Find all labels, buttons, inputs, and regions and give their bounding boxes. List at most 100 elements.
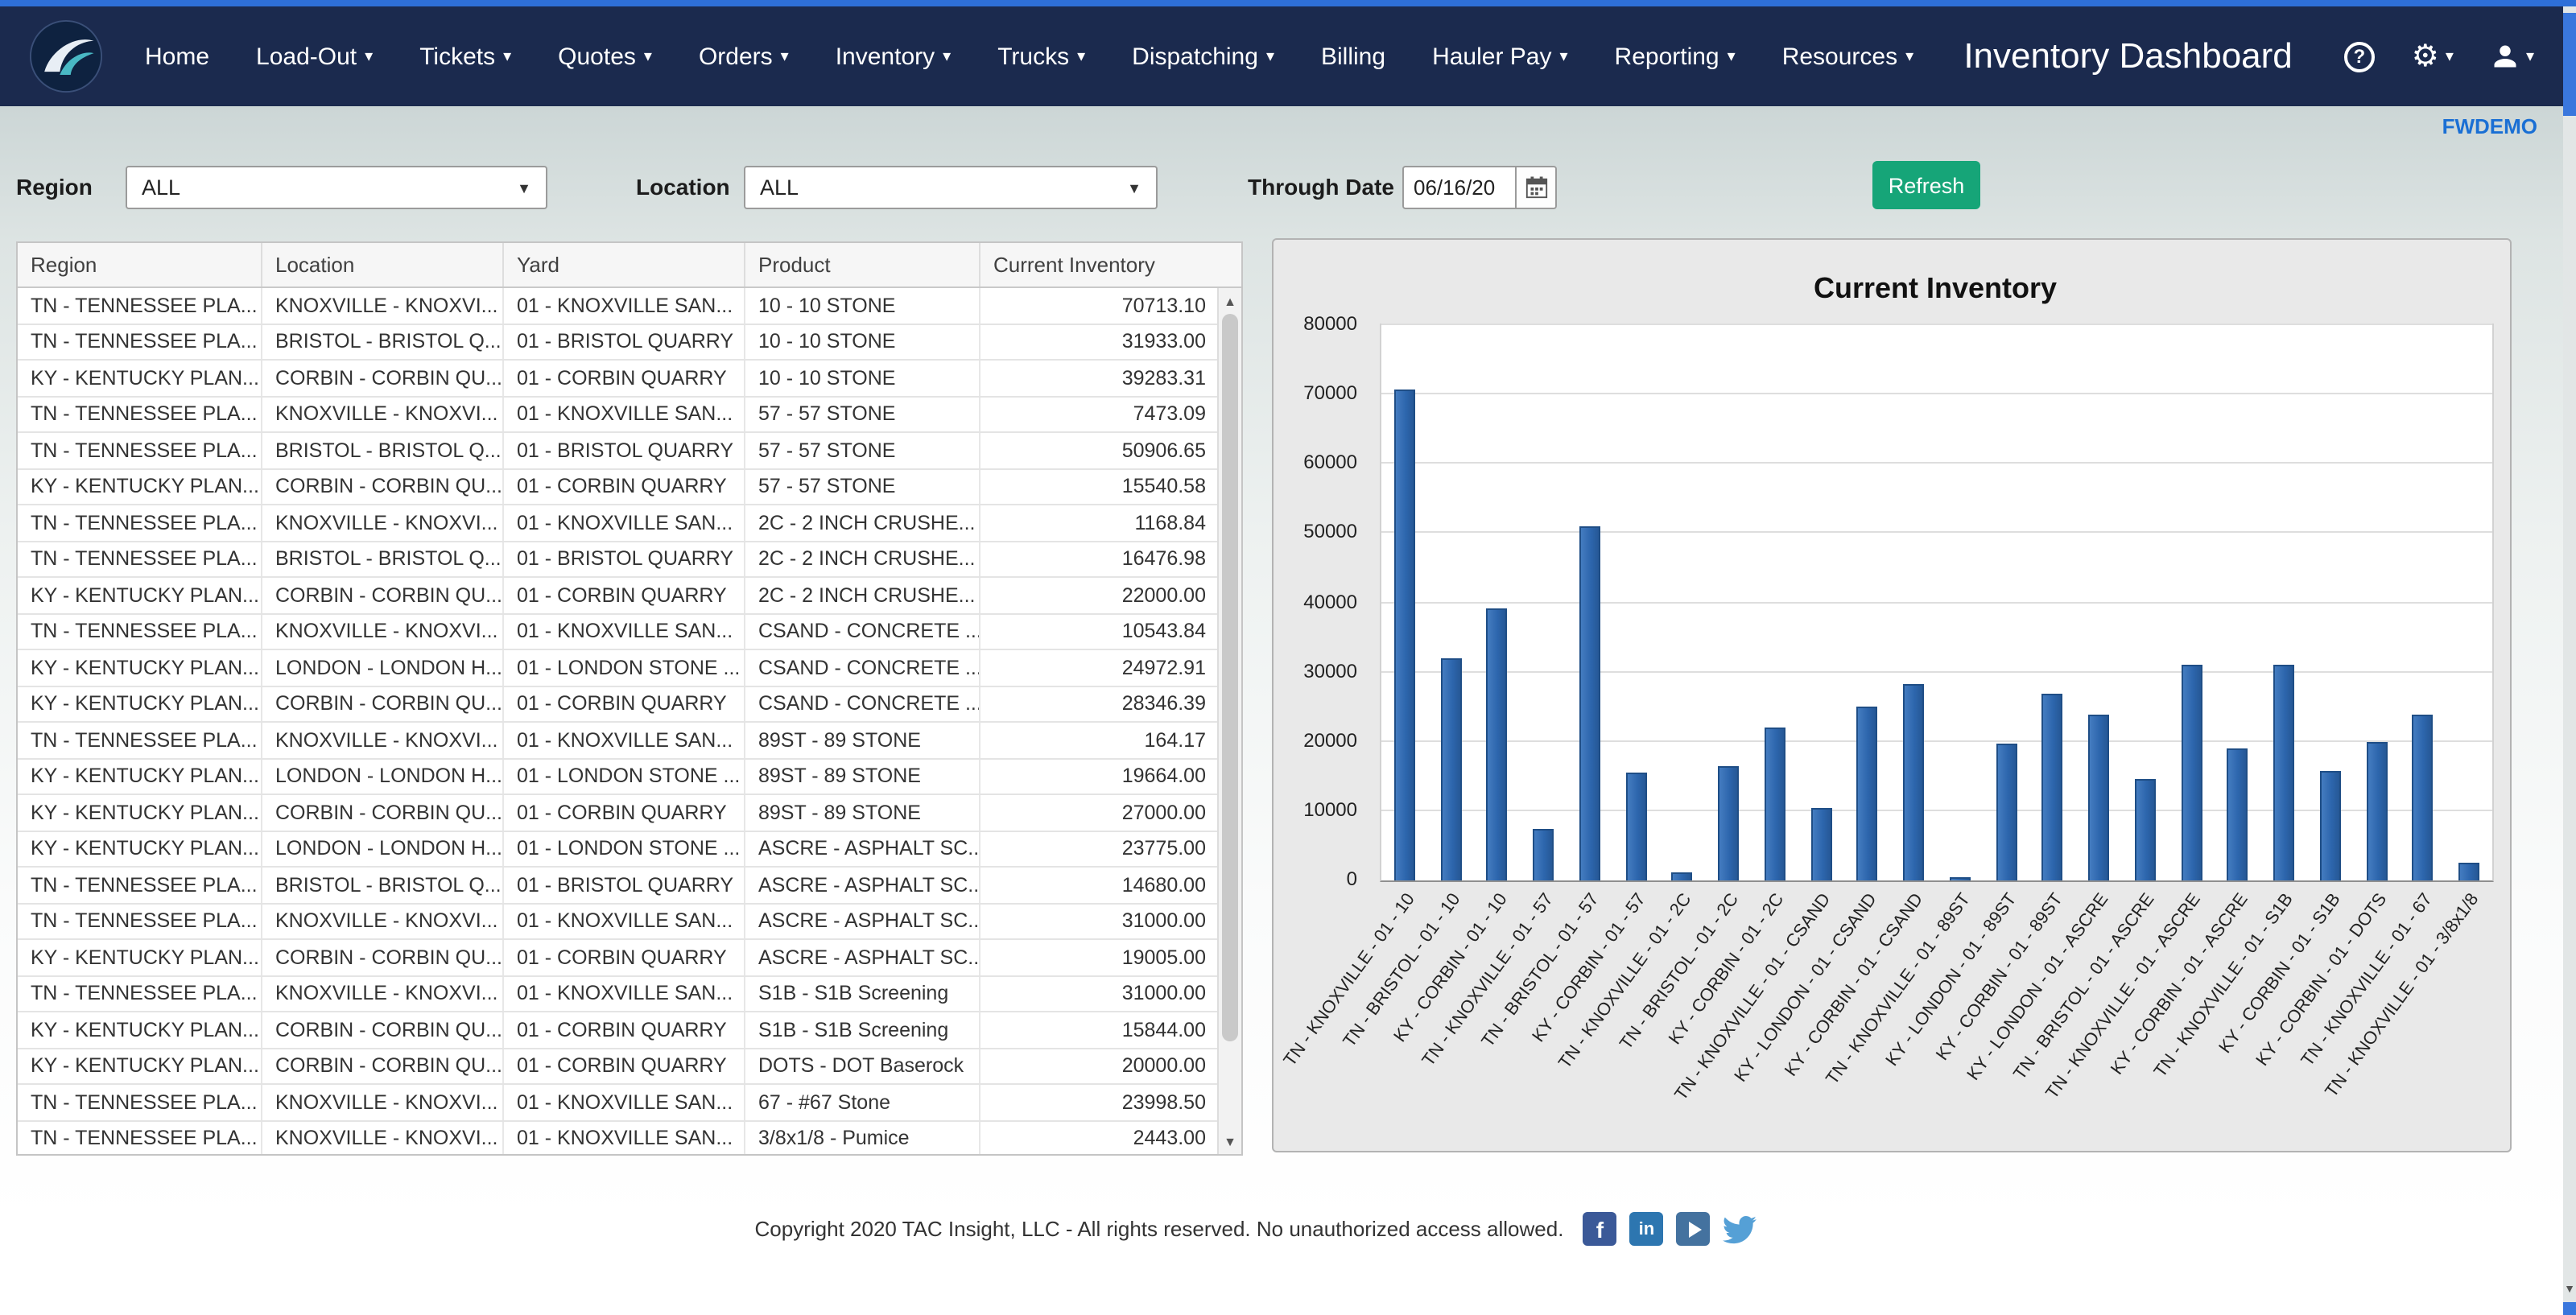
linkedin-icon[interactable]: in <box>1629 1212 1663 1246</box>
table-row[interactable]: KY - KENTUCKY PLAN...LONDON - LONDON H..… <box>18 831 1217 868</box>
table-cell: KY - KENTUCKY PLAN... <box>18 795 262 830</box>
nav-item-label: Inventory <box>836 43 935 70</box>
table-cell: KY - KENTUCKY PLAN... <box>18 1012 262 1047</box>
settings-menu-button[interactable]: ⚙ ▾ <box>2412 41 2454 72</box>
table-scrollbar[interactable]: ▲ ▼ <box>1217 288 1241 1154</box>
column-header-current-inventory[interactable]: Current Inventory <box>980 243 1241 286</box>
nav-item-tickets[interactable]: Tickets▾ <box>419 43 511 70</box>
table-cell: 89ST - 89 STONE <box>745 759 980 794</box>
column-header-region[interactable]: Region <box>18 243 262 286</box>
scroll-down-arrow-icon[interactable]: ▼ <box>1219 1130 1241 1152</box>
user-menu-button[interactable]: ▾ <box>2491 42 2534 71</box>
table-cell: BRISTOL - BRISTOL Q... <box>262 433 504 468</box>
page-scroll-down-arrow-icon[interactable]: ▼ <box>2563 1280 2576 1299</box>
table-cell: 2C - 2 INCH CRUSHE... <box>745 578 980 612</box>
help-button[interactable]: ? <box>2344 41 2375 72</box>
table-cell: 23998.50 <box>980 1085 1217 1119</box>
app-logo[interactable] <box>29 19 103 93</box>
table-cell: CORBIN - CORBIN QU... <box>262 1049 504 1083</box>
nav-item-label: Dispatching <box>1132 43 1258 70</box>
nav-menu: Home Load-Out▾ Tickets▾ Quotes▾ Orders▾ Inven… <box>145 43 1913 70</box>
chart-bar <box>1533 829 1554 880</box>
table-row[interactable]: TN - TENNESSEE PLA...KNOXVILLE - KNOXVI.… <box>18 723 1217 759</box>
table-row[interactable]: TN - TENNESSEE PLA...KNOXVILLE - KNOXVI.… <box>18 1121 1217 1154</box>
chart-title: Current Inventory <box>1380 272 2491 306</box>
table-row[interactable]: TN - TENNESSEE PLA...KNOXVILLE - KNOXVI.… <box>18 1085 1217 1121</box>
chart-bar <box>2088 715 2109 880</box>
nav-item-hauler-pay[interactable]: Hauler Pay▾ <box>1432 43 1567 70</box>
nav-item-inventory[interactable]: Inventory▾ <box>836 43 951 70</box>
region-select[interactable]: ALL ▼ <box>126 166 547 209</box>
page-scrollbar[interactable]: ▼ <box>2563 6 2576 1315</box>
through-date-input[interactable] <box>1402 166 1515 209</box>
table-row[interactable]: TN - TENNESSEE PLA...KNOXVILLE - KNOXVI.… <box>18 288 1217 324</box>
table-cell: BRISTOL - BRISTOL Q... <box>262 324 504 359</box>
nav-item-reporting[interactable]: Reporting▾ <box>1615 43 1736 70</box>
twitter-icon[interactable] <box>1723 1212 1757 1246</box>
location-select[interactable]: ALL ▼ <box>744 166 1158 209</box>
nav-item-trucks[interactable]: Trucks▾ <box>997 43 1085 70</box>
table-row[interactable]: TN - TENNESSEE PLA...KNOXVILLE - KNOXVI.… <box>18 397 1217 433</box>
table-row[interactable]: KY - KENTUCKY PLAN...LONDON - LONDON H..… <box>18 759 1217 795</box>
chart-bar <box>1579 527 1600 880</box>
table-cell: CSAND - CONCRETE ... <box>745 614 980 649</box>
table-row[interactable]: KY - KENTUCKY PLAN...LONDON - LONDON H..… <box>18 650 1217 686</box>
nav-item-resources[interactable]: Resources▾ <box>1782 43 1913 70</box>
table-row[interactable]: KY - KENTUCKY PLAN...CORBIN - CORBIN QU.… <box>18 940 1217 976</box>
nav-item-home[interactable]: Home <box>145 43 209 70</box>
gridline <box>1381 740 2492 742</box>
table-cell: BRISTOL - BRISTOL Q... <box>262 542 504 576</box>
chart-bar <box>1625 773 1646 880</box>
youtube-icon[interactable] <box>1676 1212 1710 1246</box>
table-cell: 01 - KNOXVILLE SAN... <box>504 397 745 431</box>
table-cell: S1B - S1B Screening <box>745 976 980 1011</box>
table-row[interactable]: TN - TENNESSEE PLA...KNOXVILLE - KNOXVI.… <box>18 904 1217 940</box>
table-row[interactable]: KY - KENTUCKY PLAN...CORBIN - CORBIN QU.… <box>18 361 1217 397</box>
filter-bar: Region ALL ▼ Location ALL ▼ Through Date <box>0 161 2576 216</box>
table-row[interactable]: TN - TENNESSEE PLA...BRISTOL - BRISTOL Q… <box>18 324 1217 361</box>
table-row[interactable]: TN - TENNESSEE PLA...BRISTOL - BRISTOL Q… <box>18 433 1217 469</box>
table-row[interactable]: TN - TENNESSEE PLA...BRISTOL - BRISTOL Q… <box>18 868 1217 904</box>
environment-link[interactable]: FWDEMO <box>2442 114 2537 138</box>
nav-item-load-out[interactable]: Load-Out▾ <box>256 43 373 70</box>
table-row[interactable]: TN - TENNESSEE PLA...BRISTOL - BRISTOL Q… <box>18 542 1217 578</box>
table-cell: TN - TENNESSEE PLA... <box>18 868 262 902</box>
nav-item-billing[interactable]: Billing <box>1321 43 1385 70</box>
chart-bar <box>1487 608 1508 880</box>
chart-plot <box>1380 324 2494 882</box>
table-cell: 7473.09 <box>980 397 1217 431</box>
chart-bar <box>1765 728 1785 880</box>
scroll-up-arrow-icon[interactable]: ▲ <box>1219 290 1241 312</box>
table-cell: 01 - CORBIN QUARRY <box>504 361 745 395</box>
nav-item-dispatching[interactable]: Dispatching▾ <box>1132 43 1274 70</box>
table-cell: 67 - #67 Stone <box>745 1085 980 1119</box>
table-row[interactable]: TN - TENNESSEE PLA...KNOXVILLE - KNOXVI.… <box>18 505 1217 542</box>
table-row[interactable]: TN - TENNESSEE PLA...KNOXVILLE - KNOXVI.… <box>18 976 1217 1012</box>
chevron-down-icon: ▾ <box>503 50 511 66</box>
table-cell: CORBIN - CORBIN QU... <box>262 1012 504 1047</box>
facebook-icon[interactable]: f <box>1583 1212 1616 1246</box>
refresh-button[interactable]: Refresh <box>1872 161 1980 209</box>
table-cell: KY - KENTUCKY PLAN... <box>18 469 262 504</box>
table-cell: LONDON - LONDON H... <box>262 759 504 794</box>
page-scrollbar-thumb[interactable] <box>2563 13 2576 116</box>
calendar-button[interactable] <box>1515 166 1557 209</box>
fast-weigh-logo-icon <box>29 19 103 93</box>
table-scrollbar-thumb[interactable] <box>1222 314 1238 1041</box>
column-header-yard[interactable]: Yard <box>504 243 745 286</box>
table-row[interactable]: KY - KENTUCKY PLAN...CORBIN - CORBIN QU.… <box>18 1049 1217 1085</box>
table-cell: KY - KENTUCKY PLAN... <box>18 361 262 395</box>
table-cell: TN - TENNESSEE PLA... <box>18 324 262 359</box>
column-header-product[interactable]: Product <box>745 243 980 286</box>
table-row[interactable]: KY - KENTUCKY PLAN...CORBIN - CORBIN QU.… <box>18 795 1217 831</box>
table-row[interactable]: KY - KENTUCKY PLAN...CORBIN - CORBIN QU.… <box>18 1012 1217 1049</box>
table-cell: TN - TENNESSEE PLA... <box>18 1121 262 1154</box>
table-row[interactable]: KY - KENTUCKY PLAN...CORBIN - CORBIN QU.… <box>18 578 1217 614</box>
column-header-location[interactable]: Location <box>262 243 504 286</box>
table-row[interactable]: KY - KENTUCKY PLAN...CORBIN - CORBIN QU.… <box>18 686 1217 723</box>
nav-item-orders[interactable]: Orders▾ <box>699 43 789 70</box>
table-row[interactable]: KY - KENTUCKY PLAN...CORBIN - CORBIN QU.… <box>18 469 1217 505</box>
table-row[interactable]: TN - TENNESSEE PLA...KNOXVILLE - KNOXVI.… <box>18 614 1217 650</box>
table-cell: 01 - BRISTOL QUARRY <box>504 433 745 468</box>
nav-item-quotes[interactable]: Quotes▾ <box>558 43 652 70</box>
